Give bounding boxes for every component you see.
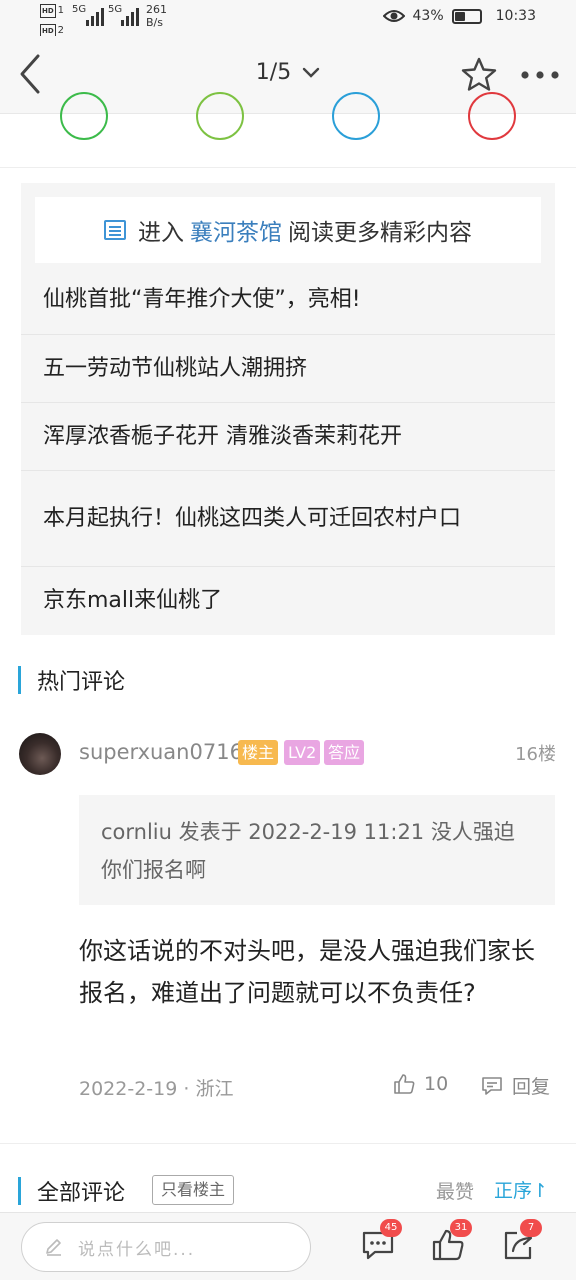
enter-prefix: 进入 bbox=[138, 220, 184, 246]
hd-icon-1: HD bbox=[40, 4, 56, 18]
avatar[interactable] bbox=[19, 733, 61, 775]
signal-icon-1 bbox=[86, 8, 104, 26]
related-item[interactable]: 本月起执行！仙桃这四类人可迁回农村户口 bbox=[21, 471, 555, 567]
share-moments-icon[interactable] bbox=[196, 92, 244, 140]
share-count-badge: 7 bbox=[520, 1219, 542, 1237]
comment-input-placeholder: 说点什么吧... bbox=[78, 1239, 196, 1260]
sort-by-likes[interactable]: 最赞 bbox=[436, 1177, 474, 1204]
all-comments-header: 全部评论 bbox=[18, 1175, 125, 1207]
forum-link[interactable]: 襄河茶馆 bbox=[190, 213, 282, 247]
related-item[interactable]: 仙桃首批“青年推介大使”，亮相! bbox=[21, 265, 555, 335]
network-speed-value: 261 bbox=[146, 3, 167, 16]
like-post-button[interactable]: 31 bbox=[430, 1219, 472, 1263]
favorite-star-button[interactable] bbox=[460, 56, 498, 94]
share-weibo-icon[interactable] bbox=[468, 92, 516, 140]
reply-icon bbox=[482, 1076, 502, 1095]
network-type-1: 5G bbox=[72, 4, 87, 15]
comment-body: 你这话说的不对头吧，是没人强迫我们家长报名，难道出了问题就可以不负责任? bbox=[79, 937, 535, 1007]
eye-icon bbox=[382, 10, 405, 22]
thumbs-up-icon bbox=[394, 1074, 415, 1094]
network-type-2: 5G bbox=[108, 4, 123, 15]
enter-suffix: 阅读更多精彩内容 bbox=[288, 220, 472, 246]
all-comments-title: 全部评论 bbox=[37, 1181, 126, 1206]
username[interactable]: superxuan0716 bbox=[79, 740, 243, 764]
list-icon bbox=[104, 220, 126, 240]
comment-date-location: 2022-2-19 · 浙江 bbox=[79, 1078, 234, 1100]
enter-forum-banner[interactable]: 进入 襄河茶馆 阅读更多精彩内容 bbox=[35, 197, 541, 263]
like-button[interactable]: 10 bbox=[392, 1072, 448, 1096]
signal-icon-2 bbox=[121, 8, 139, 26]
battery-percent: 43% bbox=[412, 8, 444, 24]
sim-indicators: HD 1 HD 2 bbox=[40, 4, 64, 38]
section-accent-bar bbox=[18, 1177, 21, 1205]
hot-comments-header: 热门评论 bbox=[18, 664, 125, 696]
sim-2-label: 2 bbox=[57, 25, 65, 36]
related-item[interactable]: 浑厚浓香栀子花开 清雅淡香茉莉花开 bbox=[21, 403, 555, 471]
reply-button[interactable]: 回复 bbox=[480, 1072, 550, 1099]
clock: 10:33 bbox=[495, 8, 536, 24]
related-item[interactable]: 五一劳动节仙桃站人潮拥挤 bbox=[21, 335, 555, 403]
sort-ascending[interactable]: 正序↾ bbox=[494, 1176, 548, 1203]
quoted-comment[interactable]: cornliu 发表于 2022-2-19 11:21 没人强迫你们报名啊 bbox=[79, 795, 555, 905]
related-posts: 进入 襄河茶馆 阅读更多精彩内容 仙桃首批“青年推介大使”，亮相! 五一劳动节仙… bbox=[21, 183, 555, 635]
share-qq-icon[interactable] bbox=[332, 92, 380, 140]
op-badge: 楼主 bbox=[238, 740, 279, 765]
level-badge: LV2 bbox=[284, 740, 321, 765]
like-count-badge: 31 bbox=[450, 1219, 472, 1237]
comment-input[interactable]: 说点什么吧... bbox=[21, 1222, 311, 1272]
network-speed-unit: B/s bbox=[146, 16, 163, 29]
related-item[interactable]: 京东mall来仙桃了 bbox=[21, 567, 555, 635]
comment-count-badge: 45 bbox=[380, 1219, 402, 1237]
only-op-toggle[interactable]: 只看楼主 bbox=[152, 1175, 235, 1205]
status-bar: HD 1 HD 2 5G 5G 261 B/s 43% 10:33 bbox=[0, 0, 576, 38]
section-divider bbox=[0, 1143, 576, 1144]
page-indicator-label: 1/5 bbox=[255, 60, 292, 85]
share-row bbox=[0, 92, 576, 168]
comments-button[interactable]: 45 bbox=[360, 1219, 402, 1263]
network-speed: 261 B/s bbox=[146, 3, 167, 29]
share-button[interactable]: 7 bbox=[500, 1219, 542, 1263]
bottom-bar: 说点什么吧... 45 31 7 bbox=[0, 1212, 576, 1280]
hot-comments-title: 热门评论 bbox=[37, 670, 126, 695]
section-accent-bar bbox=[18, 666, 21, 694]
sim-1-label: 1 bbox=[57, 5, 65, 16]
pencil-icon bbox=[46, 1239, 61, 1256]
like-count: 10 bbox=[424, 1073, 449, 1095]
share-wechat-icon[interactable] bbox=[60, 92, 108, 140]
floor-number: 16楼 bbox=[515, 744, 556, 765]
chevron-down-icon bbox=[303, 67, 320, 78]
status-right: 43% 10:33 bbox=[382, 8, 536, 24]
more-options-button[interactable] bbox=[518, 56, 562, 94]
title-badge: 答应 bbox=[324, 740, 365, 765]
reply-label: 回复 bbox=[512, 1076, 551, 1098]
battery-level bbox=[454, 11, 465, 21]
battery-icon bbox=[451, 8, 482, 24]
